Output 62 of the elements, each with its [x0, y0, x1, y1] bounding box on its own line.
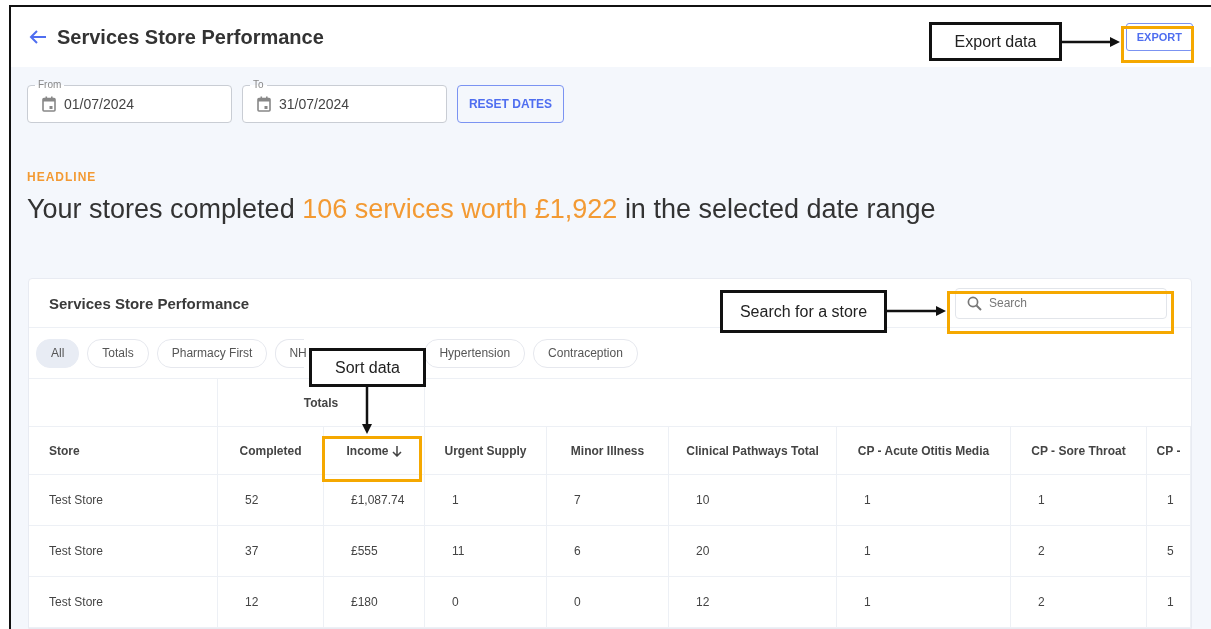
callout-label: Sort data: [309, 348, 426, 387]
calendar-icon: [42, 96, 56, 112]
table-cell: 5: [1167, 544, 1174, 558]
table-cell: £555: [351, 544, 378, 558]
table-cell: Test Store: [49, 493, 104, 507]
callout-label: Search for a store: [720, 290, 887, 333]
column-header[interactable]: Completed: [239, 443, 302, 458]
table-cell: 52: [245, 493, 259, 507]
table-cell: 6: [574, 544, 581, 558]
table-cell: 20: [696, 544, 710, 558]
filter-chip[interactable]: Totals: [87, 338, 149, 368]
column-header[interactable]: Store: [49, 443, 80, 458]
table-cell: 1: [1167, 493, 1174, 507]
sort-arrow-icon: [391, 444, 402, 457]
column-header[interactable]: Urgent Supply: [444, 443, 527, 458]
table-cell: 1: [864, 595, 871, 609]
column-header[interactable]: Minor Illness: [570, 443, 645, 458]
filter-chip[interactable]: All: [36, 338, 80, 368]
table-cell: £1,087.74: [351, 493, 405, 507]
table-cell: 1: [1167, 595, 1174, 609]
filter-chip[interactable]: Hypertension: [424, 338, 526, 368]
reset-dates-button[interactable]: RESET DATES: [457, 85, 564, 123]
table-cell: 2: [1038, 544, 1045, 558]
column-header[interactable]: CP -: [1156, 443, 1181, 458]
table-cell: 0: [574, 595, 581, 609]
table-cell: 0: [452, 595, 459, 609]
callout-arrow: [1062, 37, 1120, 47]
filter-chip[interactable]: Pharmacy First: [156, 338, 268, 368]
table-cell: 7: [574, 493, 581, 507]
table-cell: 1: [1038, 493, 1045, 507]
table-cell: Test Store: [49, 544, 104, 558]
table-cell: 1: [864, 493, 871, 507]
callout-arrow: [362, 387, 372, 434]
section-label: HEADLINE: [27, 170, 98, 184]
column-header[interactable]: CP - Sore Throat: [1031, 443, 1126, 458]
headline-text: Your stores completed 106 services worth £1,922 in the selected date range: [27, 194, 937, 225]
table-cell: 12: [696, 595, 710, 609]
card-title: Services Store Performance: [49, 294, 250, 312]
table-cell: 1: [864, 544, 871, 558]
table-cell: 2: [1038, 595, 1045, 609]
date-value: 01/07/2024: [64, 96, 135, 112]
filter-chip[interactable]: Contraception: [533, 338, 638, 368]
export-button[interactable]: EXPORT: [1125, 23, 1193, 51]
table-cell: Test Store: [49, 595, 104, 609]
column-header[interactable]: CP - Acute Otitis Media: [857, 443, 990, 458]
table-cell: 10: [696, 493, 710, 507]
column-group-header: Totals: [303, 395, 339, 410]
column-header[interactable]: Income: [346, 443, 402, 458]
table-cell: 12: [245, 595, 259, 609]
table-cell: 37: [245, 544, 259, 558]
calendar-icon: [257, 96, 271, 112]
table-cell: 11: [452, 544, 465, 558]
page-title: Services Store Performance: [57, 25, 324, 49]
callout-label: Export data: [929, 22, 1062, 61]
search-icon: [967, 295, 982, 311]
table-cell: 1: [452, 493, 459, 507]
column-header[interactable]: Clinical Pathways Total: [686, 443, 819, 458]
table-cell: £180: [351, 595, 378, 609]
date-value: 31/07/2024: [279, 96, 350, 112]
filter-chip[interactable]: NH: [275, 338, 305, 368]
back-arrow-icon[interactable]: [29, 29, 47, 45]
callout-arrow: [887, 306, 946, 316]
